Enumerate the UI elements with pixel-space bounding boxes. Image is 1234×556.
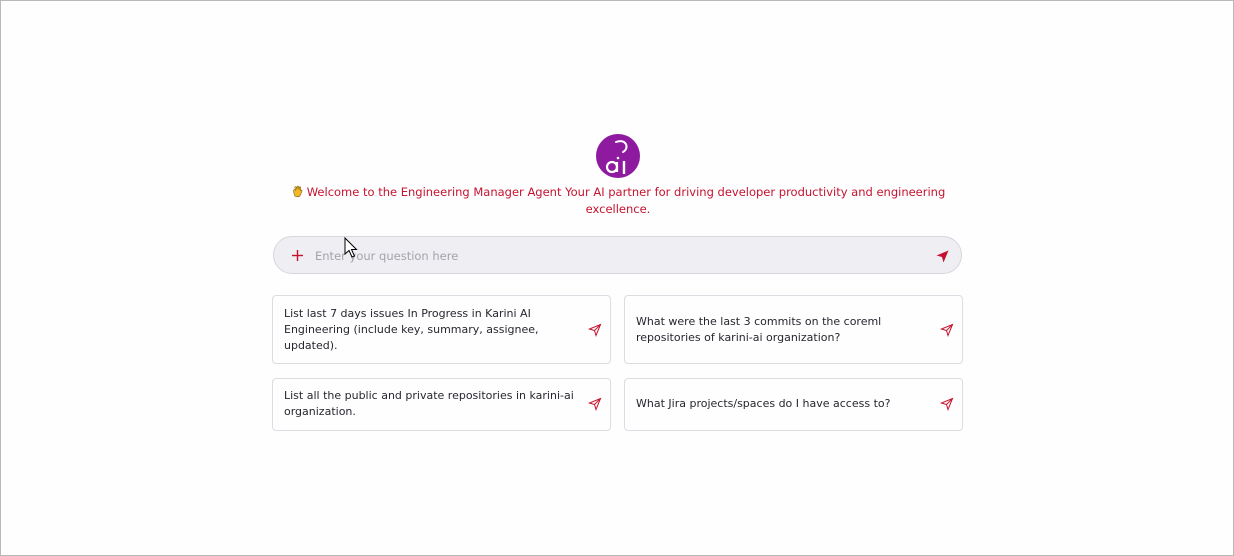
suggestion-card-3[interactable]: List all the public and private reposito… — [272, 378, 611, 431]
suggestion-text: What were the last 3 commits on the core… — [636, 315, 882, 344]
send-icon[interactable] — [940, 397, 954, 411]
waving-hand-icon — [293, 185, 303, 198]
question-input[interactable] — [315, 246, 915, 266]
suggestion-text: What Jira projects/spaces do I have acce… — [636, 397, 891, 410]
suggestion-card-2[interactable]: What were the last 3 commits on the core… — [624, 295, 963, 364]
app-window: Welcome to the Engineering Manager Agent… — [0, 0, 1234, 556]
welcome-text: Welcome to the Engineering Manager Agent… — [306, 185, 946, 216]
send-icon[interactable] — [588, 397, 602, 411]
question-input-bar — [273, 236, 962, 274]
suggestion-card-4[interactable]: What Jira projects/spaces do I have acce… — [624, 378, 963, 431]
welcome-message: Welcome to the Engineering Manager Agent… — [281, 184, 955, 218]
suggestion-card-1[interactable]: List last 7 days issues In Progress in K… — [272, 295, 611, 364]
suggestion-text: List last 7 days issues In Progress in K… — [284, 307, 539, 352]
send-icon[interactable] — [935, 249, 950, 264]
send-icon[interactable] — [588, 323, 602, 337]
brand-logo-icon — [596, 134, 640, 178]
plus-icon[interactable] — [291, 249, 304, 262]
send-icon[interactable] — [940, 323, 954, 337]
suggestion-text: List all the public and private reposito… — [284, 389, 574, 418]
